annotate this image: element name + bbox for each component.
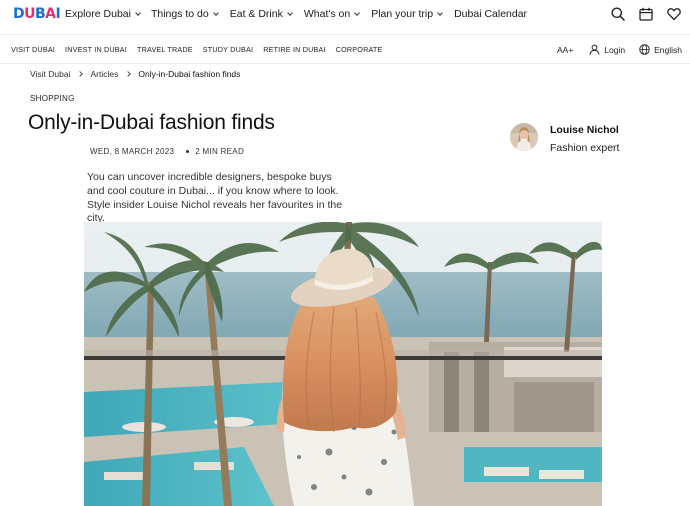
login-button[interactable]: Login — [589, 44, 625, 55]
author-card[interactable]: Louise Nichol Fashion expert — [510, 123, 619, 155]
chevron-down-icon — [135, 9, 141, 16]
article-title: Only-in-Dubai fashion finds — [28, 111, 275, 134]
article-read-time: 2 MIN READ — [195, 147, 245, 156]
logo-letter: B — [35, 6, 46, 22]
menu-label: What's on — [303, 8, 351, 20]
author-role: Fashion expert — [550, 142, 620, 154]
menu-label: Dubai Calendar — [454, 8, 528, 20]
user-icon — [589, 44, 600, 55]
link-corporate[interactable]: CORPORATE — [336, 45, 383, 54]
heart-icon[interactable] — [666, 6, 682, 22]
utility-links: AA+ Login English — [557, 44, 682, 55]
secondary-navigation: VISIT DUBAI INVEST IN DUBAI TRAVEL TRADE… — [0, 34, 690, 64]
logo-letter: D — [13, 6, 25, 22]
link-visit-dubai[interactable]: VISIT DUBAI — [11, 45, 55, 54]
chevron-right-icon — [77, 71, 84, 77]
logo-letter: U — [24, 6, 35, 22]
logo-letter: I — [55, 6, 61, 22]
chevron-right-icon — [125, 71, 132, 77]
menu-dubai-calendar[interactable]: Dubai Calendar — [454, 8, 527, 20]
breadcrumb: Visit Dubai Articles Only-in-Dubai fashi… — [30, 69, 240, 79]
top-icon-group — [610, 6, 682, 22]
text-size-button[interactable]: AA+ — [557, 45, 573, 55]
language-selector[interactable]: English — [639, 44, 682, 55]
calendar-icon[interactable] — [638, 6, 654, 22]
breadcrumb-current: Only-in-Dubai fashion finds — [138, 69, 241, 79]
breadcrumb-articles[interactable]: Articles — [90, 69, 118, 79]
avatar — [510, 123, 538, 151]
login-label: Login — [604, 44, 626, 55]
author-text: Louise Nichol Fashion expert — [550, 123, 619, 155]
search-icon[interactable] — [610, 6, 626, 22]
menu-label: Explore Dubai — [65, 8, 131, 20]
dubai-logo[interactable]: DUBAI — [13, 6, 61, 22]
menu-label: Plan your trip — [371, 8, 434, 20]
breadcrumb-visit-dubai[interactable]: Visit Dubai — [30, 69, 70, 79]
menu-eat-drink[interactable]: Eat & Drink — [229, 8, 293, 20]
chevron-down-icon — [354, 9, 361, 16]
chevron-down-icon — [212, 9, 219, 16]
logo-letter: A — [45, 6, 56, 22]
link-invest-in-dubai[interactable]: INVEST IN DUBAI — [65, 45, 127, 54]
link-retire-in-dubai[interactable]: RETIRE IN DUBAI — [263, 45, 326, 54]
portal-links: VISIT DUBAI INVEST IN DUBAI TRAVEL TRADE… — [11, 45, 383, 54]
author-name: Louise Nichol — [550, 124, 619, 136]
article-meta: WED, 8 MARCH 2023 2 MIN READ — [90, 147, 244, 156]
chevron-down-icon — [437, 9, 443, 16]
menu-label: Eat & Drink — [229, 8, 283, 20]
article-category: SHOPPING — [30, 94, 75, 103]
menu-explore-dubai[interactable]: Explore Dubai — [65, 8, 141, 20]
language-label: English — [654, 44, 682, 55]
hero-image[interactable] — [84, 222, 602, 506]
meta-separator — [186, 150, 190, 153]
menu-plan-your-trip[interactable]: Plan your trip — [371, 8, 443, 20]
link-study-dubai[interactable]: STUDY DUBAI — [203, 45, 253, 54]
chevron-down-icon — [287, 9, 293, 16]
link-travel-trade[interactable]: TRAVEL TRADE — [137, 45, 193, 54]
top-navigation: DUBAI Explore Dubai Things to do Eat & D… — [0, 0, 690, 30]
article-date: WED, 8 MARCH 2023 — [90, 147, 175, 156]
menu-things-to-do[interactable]: Things to do — [150, 8, 219, 20]
globe-icon — [639, 44, 650, 55]
menu-whats-on[interactable]: What's on — [303, 8, 361, 20]
main-menu: Explore Dubai Things to do Eat & Drink W… — [65, 8, 527, 20]
article-intro: You can uncover incredible designers, be… — [87, 171, 343, 225]
menu-label: Things to do — [150, 8, 209, 20]
